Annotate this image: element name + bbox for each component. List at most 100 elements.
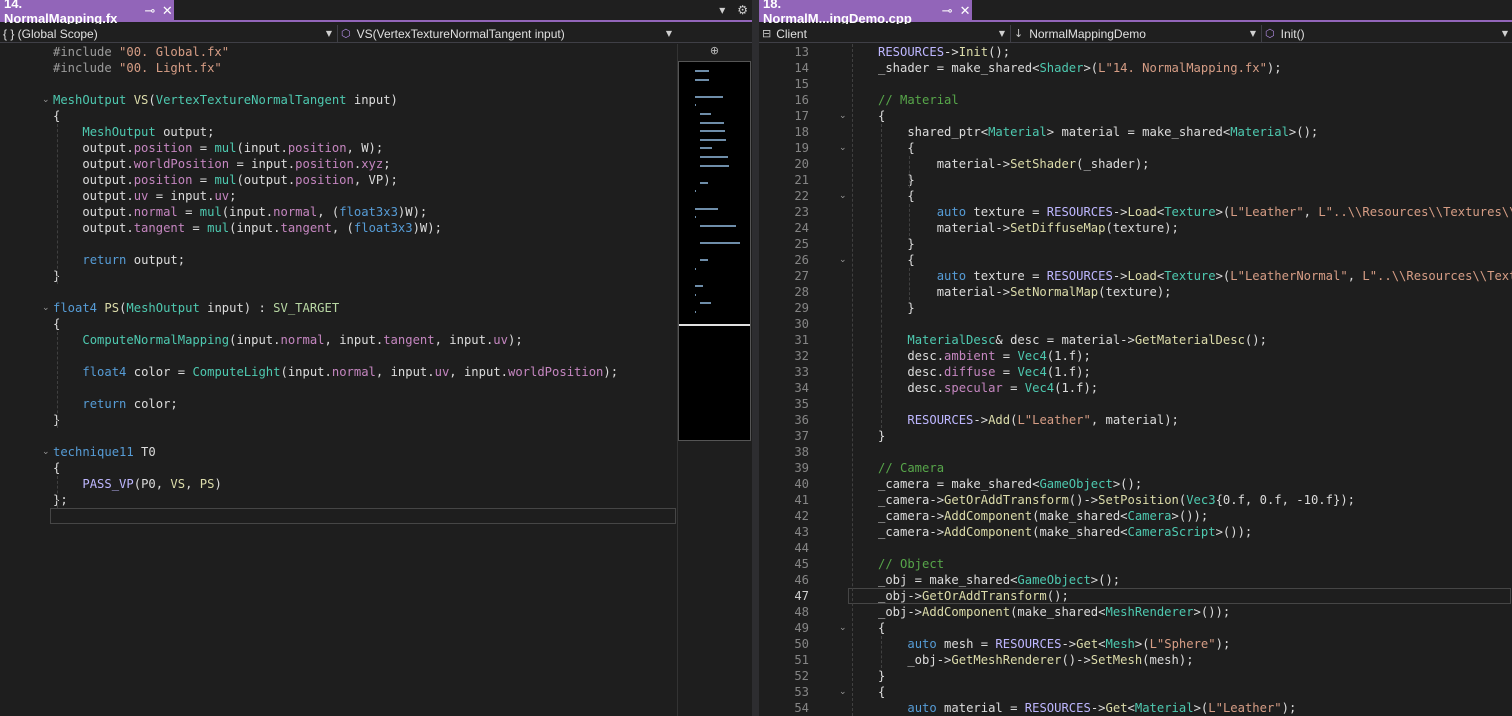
fx-code-area[interactable]: #include "00. Global.fx" #include "00. Li… (0, 44, 676, 716)
code-line[interactable]: return output; (0, 252, 676, 268)
code-line[interactable]: output.position = mul(input.position, W)… (0, 140, 676, 156)
minimap-scrollbar[interactable]: ⊕ (677, 44, 751, 716)
code-line[interactable] (0, 236, 676, 252)
code-line[interactable]: }; (0, 492, 676, 508)
fold-chevron-icon[interactable]: ⌄ (42, 444, 50, 460)
member-dropdown[interactable]: ⬡ Init() ▼ (1262, 24, 1512, 43)
fold-chevron-icon[interactable]: ⌄ (839, 684, 847, 700)
code-line[interactable]: ComputeNormalMapping(input.normal, input… (0, 332, 676, 348)
fold-chevron-icon[interactable]: ⌄ (42, 300, 50, 316)
code-line[interactable]: 51 _obj->GetMeshRenderer()->SetMesh(mesh… (759, 652, 1512, 668)
code-line[interactable]: 43 _camera->AddComponent(make_shared<Came… (759, 524, 1512, 540)
code-line[interactable]: 13 RESOURCES->Init(); (759, 44, 1512, 60)
fold-chevron-icon[interactable]: ⌄ (839, 620, 847, 636)
code-line[interactable]: ⌄ MeshOutput VS(VertexTextureNormalTangen… (0, 92, 676, 108)
code-line[interactable]: 36 RESOURCES->Add(L"Leather", material); (759, 412, 1512, 428)
code-line[interactable]: ⌄ technique11 T0 (0, 444, 676, 460)
code-line[interactable]: 26 ⌄ { (759, 252, 1512, 268)
code-line[interactable]: 38 (759, 444, 1512, 460)
code-line[interactable]: 15 (759, 76, 1512, 92)
close-icon[interactable]: ✕ (958, 4, 972, 19)
code-line[interactable]: float4 color = ComputeLight(input.normal… (0, 364, 676, 380)
code-line[interactable]: ⌄ float4 PS(MeshOutput input) : SV_TARGET (0, 300, 676, 316)
code-line[interactable]: 18 shared_ptr<Material> material = make_… (759, 124, 1512, 140)
code-line[interactable]: 14 _shader = make_shared<Shader>(L"14. No… (759, 60, 1512, 76)
code-line[interactable]: 45 // Object (759, 556, 1512, 572)
settings-gear-icon[interactable]: ⚙ (737, 3, 748, 17)
code-line[interactable]: 47 _obj->GetOrAddTransform(); (759, 588, 1512, 604)
project-dropdown[interactable]: ⊟ Client ▼ (759, 24, 1009, 43)
fold-chevron-icon[interactable]: ⌄ (839, 108, 847, 124)
code-line[interactable]: #include "00. Global.fx" (0, 44, 676, 60)
code-line[interactable]: 49 ⌄ { (759, 620, 1512, 636)
code-line[interactable] (0, 76, 676, 92)
code-line[interactable]: MeshOutput output; (0, 124, 676, 140)
code-line[interactable]: { (0, 316, 676, 332)
code-line[interactable]: } (0, 412, 676, 428)
code-line[interactable]: output.position = mul(output.position, V… (0, 172, 676, 188)
tab-normalmappingdemo-cpp[interactable]: 18. NormalM...ingDemo.cpp ⊸ ✕ (759, 0, 972, 26)
code-line[interactable]: { (0, 460, 676, 476)
scope-dropdown[interactable]: { } (Global Scope) ▼ (0, 24, 336, 43)
code-line[interactable] (0, 284, 676, 300)
fold-chevron-icon[interactable]: ⌄ (839, 188, 847, 204)
code-line[interactable]: 29 } (759, 300, 1512, 316)
code-line[interactable]: 53 ⌄ { (759, 684, 1512, 700)
code-line[interactable]: 32 desc.ambient = Vec4(1.f); (759, 348, 1512, 364)
code-line[interactable]: PASS_VP(P0, VS, PS) (0, 476, 676, 492)
pin-icon[interactable]: ⊸ (143, 4, 156, 19)
code-line[interactable]: #include "00. Light.fx" (0, 60, 676, 76)
code-line[interactable]: 41 _camera->GetOrAddTransform()->SetPosit… (759, 492, 1512, 508)
tab-list-dropdown-icon[interactable]: ▾ (719, 3, 725, 17)
tab-normalmapping-fx[interactable]: 14. NormalMapping.fx ⊸ ✕ (0, 0, 174, 26)
code-line[interactable]: 48 _obj->AddComponent(make_shared<MeshRen… (759, 604, 1512, 620)
pin-icon[interactable]: ⊸ (940, 4, 954, 19)
code-line[interactable]: return color; (0, 396, 676, 412)
code-line[interactable]: 37} (759, 428, 1512, 444)
code-line[interactable]: 50 auto mesh = RESOURCES->Get<Mesh>(L"Sp… (759, 636, 1512, 652)
fold-chevron-icon[interactable]: ⌄ (839, 140, 847, 156)
code-line[interactable]: 16 // Material (759, 92, 1512, 108)
fold-chevron-icon[interactable]: ⌄ (839, 252, 847, 268)
split-window-icon[interactable]: ⊕ (678, 44, 751, 60)
code-line[interactable]: output.tangent = mul(input.tangent, (flo… (0, 220, 676, 236)
code-line[interactable]: 44 (759, 540, 1512, 556)
code-line[interactable]: output.normal = mul(input.normal, (float… (0, 204, 676, 220)
cpp-code-area[interactable]: 13 RESOURCES->Init(); 14 _shader = make_sha… (759, 44, 1512, 716)
pane-splitter[interactable] (752, 0, 759, 716)
code-line[interactable]: 23 auto texture = RESOURCES->Load<Textur… (759, 204, 1512, 220)
code-line[interactable]: 20 material->SetShader(_shader); (759, 156, 1512, 172)
minimap-preview[interactable] (678, 61, 751, 441)
code-line[interactable]: output.uv = input.uv; (0, 188, 676, 204)
code-line[interactable]: 17 ⌄ { (759, 108, 1512, 124)
class-dropdown[interactable]: ↓ NormalMappingDemo ▼ (1011, 24, 1260, 43)
code-line[interactable]: { (0, 108, 676, 124)
code-line[interactable]: 34 desc.specular = Vec4(1.f); (759, 380, 1512, 396)
code-line[interactable]: 52} (759, 668, 1512, 684)
code-line[interactable]: 31 MaterialDesc& desc = material->GetMat… (759, 332, 1512, 348)
code-line[interactable]: 42 _camera->AddComponent(make_shared<Came… (759, 508, 1512, 524)
code-line[interactable]: 46 _obj = make_shared<GameObject>(); (759, 572, 1512, 588)
member-dropdown[interactable]: ⬡ VS(VertexTextureNormalTangent input) ▼ (338, 24, 676, 43)
code-line[interactable] (0, 348, 676, 364)
code-line[interactable]: 21 } (759, 172, 1512, 188)
code-line[interactable]: } (0, 268, 676, 284)
code-line[interactable]: 30 (759, 316, 1512, 332)
fold-chevron-icon[interactable]: ⌄ (42, 92, 50, 108)
code-line[interactable]: 40 _camera = make_shared<GameObject>(); (759, 476, 1512, 492)
code-line[interactable]: output.worldPosition = input.position.xy… (0, 156, 676, 172)
close-icon[interactable]: ✕ (161, 4, 174, 19)
code-line[interactable]: 24 material->SetDiffuseMap(texture); (759, 220, 1512, 236)
code-line[interactable]: 19 ⌄ { (759, 140, 1512, 156)
code-line[interactable]: 35 (759, 396, 1512, 412)
code-line[interactable]: 39 // Camera (759, 460, 1512, 476)
code-line[interactable]: 27 auto texture = RESOURCES->Load<Textur… (759, 268, 1512, 284)
code-line[interactable]: 22 ⌄ { (759, 188, 1512, 204)
code-line[interactable]: 28 material->SetNormalMap(texture); (759, 284, 1512, 300)
code-line[interactable]: 33 desc.diffuse = Vec4(1.f); (759, 364, 1512, 380)
code-line[interactable] (0, 380, 676, 396)
code-line[interactable]: 25 } (759, 236, 1512, 252)
code-line[interactable] (0, 428, 676, 444)
code-text: PASS_VP(P0, VS, PS) (82, 477, 222, 491)
code-line[interactable]: 54 auto material = RESOURCES->Get<Materi… (759, 700, 1512, 716)
